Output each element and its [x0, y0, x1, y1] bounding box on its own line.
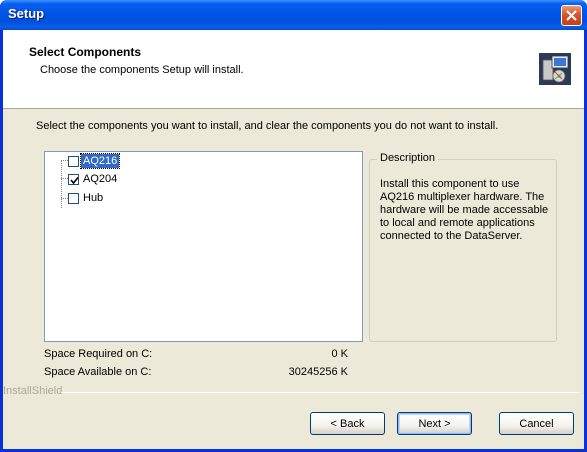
- tree-connector: [61, 178, 68, 179]
- checkbox-aq204[interactable]: [68, 173, 79, 185]
- instruction-text: Select the components you want to instal…: [36, 120, 499, 132]
- space-available-value: 30245256 K: [288, 366, 348, 378]
- space-required-value: 0 K: [331, 348, 348, 360]
- close-button[interactable]: [561, 5, 582, 26]
- tree-connector: [61, 160, 62, 208]
- component-item-aq216[interactable]: AQ216: [68, 153, 121, 169]
- setup-computer-icon: [539, 53, 571, 85]
- description-text: Install this component to use AQ216 mult…: [380, 178, 549, 242]
- title-bar[interactable]: Setup: [0, 0, 587, 30]
- next-button[interactable]: Next >: [397, 412, 472, 435]
- page-title: Select Components: [29, 45, 142, 59]
- header-panel: Select Components Choose the components …: [3, 30, 584, 109]
- setup-window: Setup Select Components Choose the compo…: [0, 0, 587, 452]
- cancel-button[interactable]: Cancel: [499, 412, 574, 435]
- installshield-brand: InstallShield: [3, 385, 63, 397]
- checkbox-hub[interactable]: [68, 192, 79, 204]
- footer-divider: [61, 392, 579, 393]
- tree-connector: [61, 160, 68, 161]
- space-required-label: Space Required on C:: [44, 348, 153, 360]
- close-icon: [566, 10, 577, 21]
- component-label: AQ216: [79, 153, 121, 169]
- checkbox-aq216[interactable]: [68, 155, 79, 167]
- component-item-aq204[interactable]: AQ204: [68, 171, 119, 187]
- window-title: Setup: [8, 6, 45, 21]
- components-tree[interactable]: AQ216 AQ204 Hub: [44, 151, 363, 342]
- tree-connector: [61, 198, 68, 199]
- checkmark-icon: [70, 176, 79, 184]
- component-label: Hub: [83, 192, 104, 204]
- back-button[interactable]: < Back: [310, 412, 385, 435]
- component-label: AQ204: [83, 173, 118, 185]
- component-item-hub[interactable]: Hub: [68, 190, 105, 206]
- description-legend: Description: [377, 152, 439, 164]
- page-subtitle: Choose the components Setup will install…: [40, 64, 244, 76]
- space-available-label: Space Available on C:: [44, 366, 152, 378]
